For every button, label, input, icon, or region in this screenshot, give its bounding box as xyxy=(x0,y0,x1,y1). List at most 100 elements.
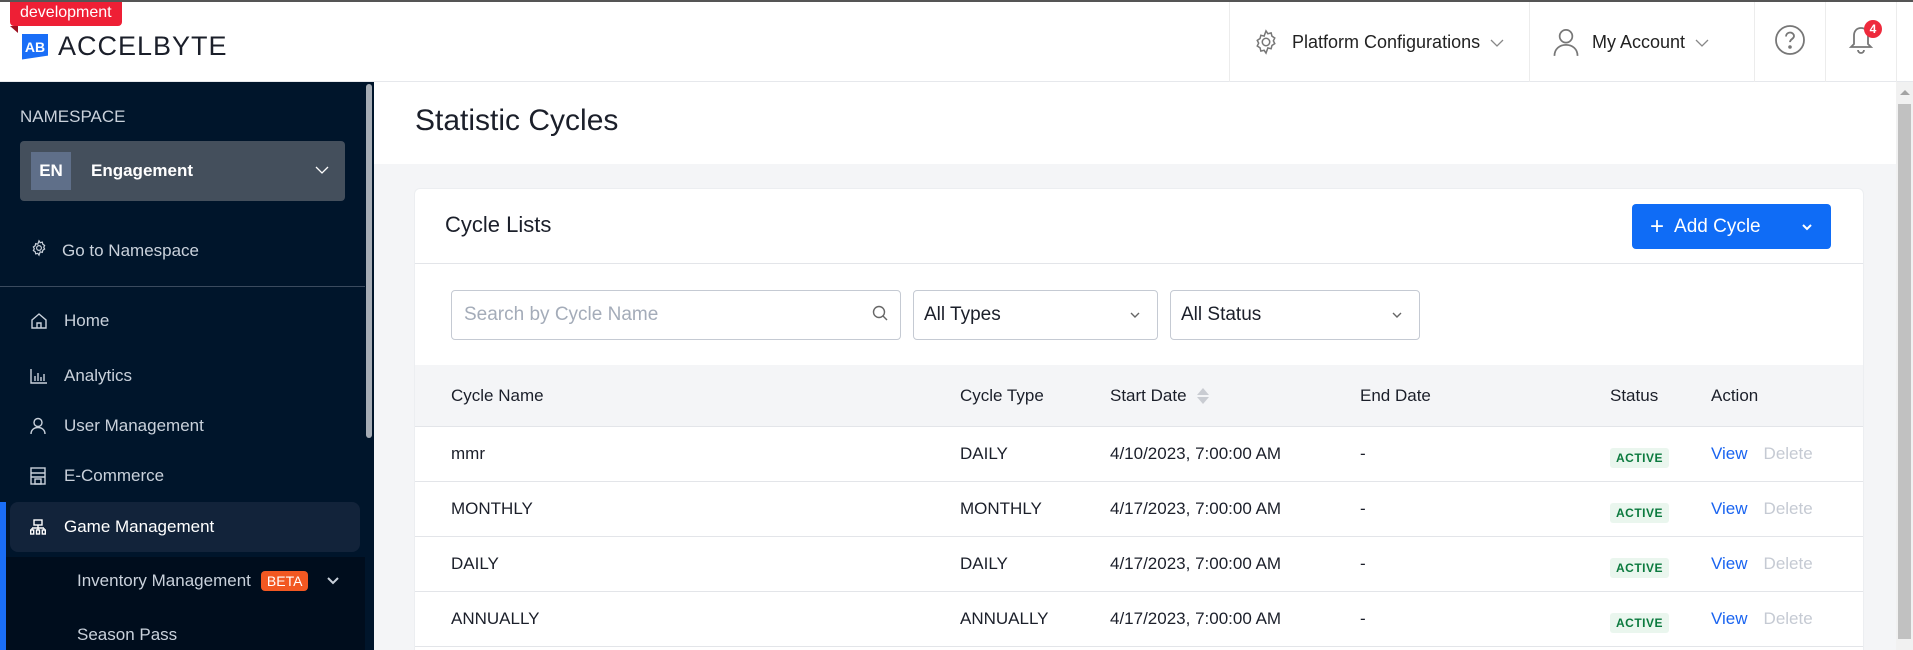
sidebar-item-user-management[interactable]: User Management xyxy=(10,401,360,451)
card-header: Cycle Lists + Add Cycle xyxy=(415,189,1863,264)
sidebar-item-label: Analytics xyxy=(64,366,133,385)
delete-link: Delete xyxy=(1763,609,1813,628)
search-field[interactable] xyxy=(451,290,901,340)
my-account-menu[interactable]: My Account xyxy=(1529,2,1754,82)
search-icon[interactable] xyxy=(872,305,888,326)
chevron-down-icon xyxy=(315,162,329,180)
sitemap-icon xyxy=(30,519,50,535)
column-header-status: Status xyxy=(1610,385,1659,405)
accelbyte-logo-icon: AB xyxy=(22,33,48,60)
action-cell: View Delete xyxy=(1711,499,1813,519)
view-link[interactable]: View xyxy=(1711,499,1748,518)
page-header: Statistic Cycles xyxy=(374,82,1896,164)
go-to-namespace-link[interactable]: Go to Namespace xyxy=(30,239,199,262)
go-to-namespace-label: Go to Namespace xyxy=(62,240,200,260)
chevron-down-icon[interactable] xyxy=(326,573,340,591)
sidebar-item-home[interactable]: Home xyxy=(10,296,360,346)
cycle-lists-card: Cycle Lists + Add Cycle All Types xyxy=(414,188,1864,650)
delete-link: Delete xyxy=(1763,499,1813,518)
sidebar-divider xyxy=(0,286,365,287)
scrollbar-thumb[interactable] xyxy=(1898,104,1911,639)
sidebar-scrollbar[interactable] xyxy=(366,84,372,438)
chevron-down-icon xyxy=(1695,32,1709,53)
status-filter-value: All Status xyxy=(1181,304,1262,325)
sidebar-subitem-season-pass[interactable]: Season Pass xyxy=(77,625,177,645)
cycle-type-cell: DAILY xyxy=(960,554,1008,573)
status-badge: ACTIVE xyxy=(1610,558,1670,578)
sidebar-item-e-commerce[interactable]: E-Commerce xyxy=(10,451,360,501)
sidebar-subitem-inventory-management[interactable]: Inventory Management BETA xyxy=(77,571,309,591)
filter-bar: All Types All Status xyxy=(451,290,1420,340)
end-date-cell: - xyxy=(1360,554,1366,573)
table-row: MONTHLY MONTHLY 4/17/2023, 7:00:00 AM - … xyxy=(415,482,1863,537)
column-header-action: Action xyxy=(1711,385,1759,405)
table-row: ANNUALLY ANNUALLY 4/17/2023, 7:00:00 AM … xyxy=(415,592,1863,647)
start-date-cell: 4/17/2023, 7:00:00 AM xyxy=(1110,499,1282,518)
status-badge: ACTIVE xyxy=(1610,503,1670,523)
notifications-button[interactable]: 4 xyxy=(1825,2,1896,82)
start-date-cell: 4/17/2023, 7:00:00 AM xyxy=(1110,609,1282,628)
cycle-type-cell: ANNUALLY xyxy=(960,609,1049,628)
status-badge: ACTIVE xyxy=(1610,448,1670,468)
search-input[interactable] xyxy=(464,304,872,326)
sidebar-item-analytics[interactable]: Analytics xyxy=(10,351,360,401)
cycle-type-cell: DAILY xyxy=(960,444,1008,463)
beta-badge: BETA xyxy=(260,571,309,591)
store-icon xyxy=(30,467,50,485)
chevron-down-icon[interactable] xyxy=(1801,219,1813,234)
type-filter-select[interactable]: All Types xyxy=(913,290,1158,340)
page-title: Statistic Cycles xyxy=(415,104,619,137)
sidebar-item-label: E-Commerce xyxy=(64,466,165,485)
chevron-down-icon xyxy=(1129,308,1141,322)
namespace-label: NAMESPACE xyxy=(20,107,126,126)
platform-configurations-menu[interactable]: Platform Configurations xyxy=(1229,2,1529,82)
cycle-name-cell: DAILY xyxy=(451,554,499,573)
sidebar-item-game-management[interactable]: Game Management xyxy=(10,502,360,552)
delete-link: Delete xyxy=(1763,554,1813,573)
end-date-cell: - xyxy=(1360,609,1366,628)
user-icon xyxy=(1552,27,1580,57)
sidebar-item-label: Game Management xyxy=(64,517,215,536)
environment-tag: development xyxy=(10,2,122,33)
cycle-name-cell: MONTHLY xyxy=(451,499,533,518)
start-date-cell: 4/10/2023, 7:00:00 AM xyxy=(1110,444,1282,463)
column-header-start-date[interactable]: Start Date xyxy=(1110,385,1210,406)
add-cycle-button[interactable]: + Add Cycle xyxy=(1632,204,1831,249)
column-header-start-date-label: Start Date xyxy=(1110,385,1187,405)
game-management-submenu: Inventory Management BETA Season Pass xyxy=(6,557,365,650)
top-bar: development AB ACCELBYTE Platform Config… xyxy=(0,2,1913,82)
cycle-name-cell: ANNUALLY xyxy=(451,609,540,628)
sidebar-item-label: User Management xyxy=(64,416,204,435)
action-cell: View Delete xyxy=(1711,609,1813,629)
gear-icon xyxy=(1252,28,1280,56)
view-link[interactable]: View xyxy=(1711,554,1748,573)
end-date-cell: - xyxy=(1360,444,1366,463)
delete-link: Delete xyxy=(1763,444,1813,463)
sidebar-item-label: Home xyxy=(64,311,110,330)
page-scrollbar[interactable] xyxy=(1896,82,1913,650)
sidebar-subitem-label: Season Pass xyxy=(77,625,178,644)
cycle-name-cell: mmr xyxy=(451,444,485,463)
card-title: Cycle Lists xyxy=(445,212,552,237)
sort-icon[interactable] xyxy=(1197,388,1210,405)
chevron-down-icon xyxy=(1490,32,1504,53)
view-link[interactable]: View xyxy=(1711,444,1748,463)
action-cell: View Delete xyxy=(1711,554,1813,574)
scroll-up-arrow-icon[interactable] xyxy=(1900,90,1910,95)
end-date-cell: - xyxy=(1360,499,1366,518)
status-badge: ACTIVE xyxy=(1610,613,1670,633)
platform-configurations-label: Platform Configurations xyxy=(1292,31,1481,52)
user-icon xyxy=(30,417,50,435)
namespace-selector[interactable]: EN Engagement xyxy=(20,141,345,201)
view-link[interactable]: View xyxy=(1711,609,1748,628)
status-filter-select[interactable]: All Status xyxy=(1170,290,1420,340)
status-cell: ACTIVE xyxy=(1610,447,1670,468)
action-cell: View Delete xyxy=(1711,444,1813,464)
help-button[interactable] xyxy=(1754,2,1825,82)
sidebar: NAMESPACE EN Engagement Go to Namespace … xyxy=(0,82,374,650)
table-row: mmr DAILY 4/10/2023, 7:00:00 AM - ACTIVE… xyxy=(415,427,1863,482)
plus-icon: + xyxy=(1650,212,1665,240)
brand-logo[interactable]: AB ACCELBYTE xyxy=(22,31,228,62)
column-header-cycle-name: Cycle Name xyxy=(451,385,544,405)
namespace-avatar: EN xyxy=(31,152,71,190)
